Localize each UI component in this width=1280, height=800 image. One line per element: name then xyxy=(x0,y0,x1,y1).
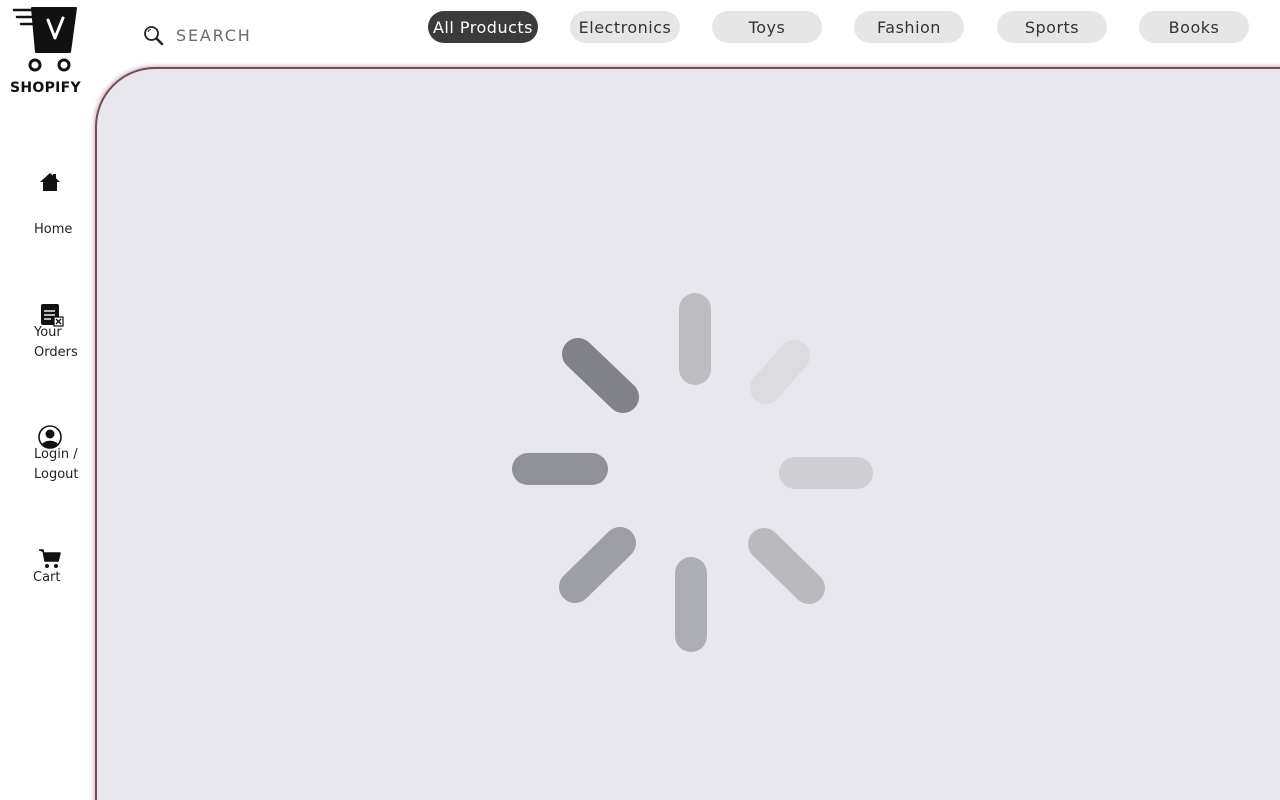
category-sports[interactable]: Sports xyxy=(997,11,1107,43)
home-icon xyxy=(40,173,60,191)
cart-icon xyxy=(39,549,61,568)
sidebar-item-login-logout[interactable]: Login / Logout xyxy=(24,425,88,487)
search-bar xyxy=(142,22,382,48)
spinner-spoke xyxy=(748,528,825,604)
sidebar-item-cart-label: Cart xyxy=(33,570,61,585)
category-all-products[interactable]: All Products xyxy=(428,11,538,43)
sidebar-item-login-label-line2: Logout xyxy=(34,467,79,482)
sidebar-item-home-label: Home xyxy=(34,222,73,237)
main-content-panel xyxy=(95,67,1280,800)
search-icon[interactable] xyxy=(142,24,164,46)
search-input[interactable] xyxy=(176,22,376,48)
category-fashion[interactable]: Fashion xyxy=(854,11,964,43)
spinner-spoke xyxy=(559,527,636,603)
app: SHOPIFY All Products Electronics Toys Fa… xyxy=(0,0,1280,800)
sidebar-item-home[interactable]: Home xyxy=(24,168,88,242)
spinner-spoke xyxy=(750,340,810,404)
brand-name: SHOPIFY xyxy=(10,80,81,96)
sidebar-item-orders-label-line2: Orders xyxy=(34,345,78,360)
sidebar-item-orders[interactable]: Your Orders xyxy=(24,303,88,365)
spinner-spoke xyxy=(562,338,639,413)
loading-spinner xyxy=(512,293,873,652)
category-electronics[interactable]: Electronics xyxy=(570,11,680,43)
brand-logo[interactable]: SHOPIFY xyxy=(8,6,88,96)
shopping-cart-logo-icon xyxy=(12,7,77,72)
category-books[interactable]: Books xyxy=(1139,11,1249,43)
category-toys[interactable]: Toys xyxy=(712,11,822,43)
sidebar-item-orders-label-line1: Your xyxy=(34,325,62,340)
sidebar-item-cart[interactable]: Cart xyxy=(24,548,88,588)
sidebar-item-login-label-line1: Login / xyxy=(34,447,78,462)
